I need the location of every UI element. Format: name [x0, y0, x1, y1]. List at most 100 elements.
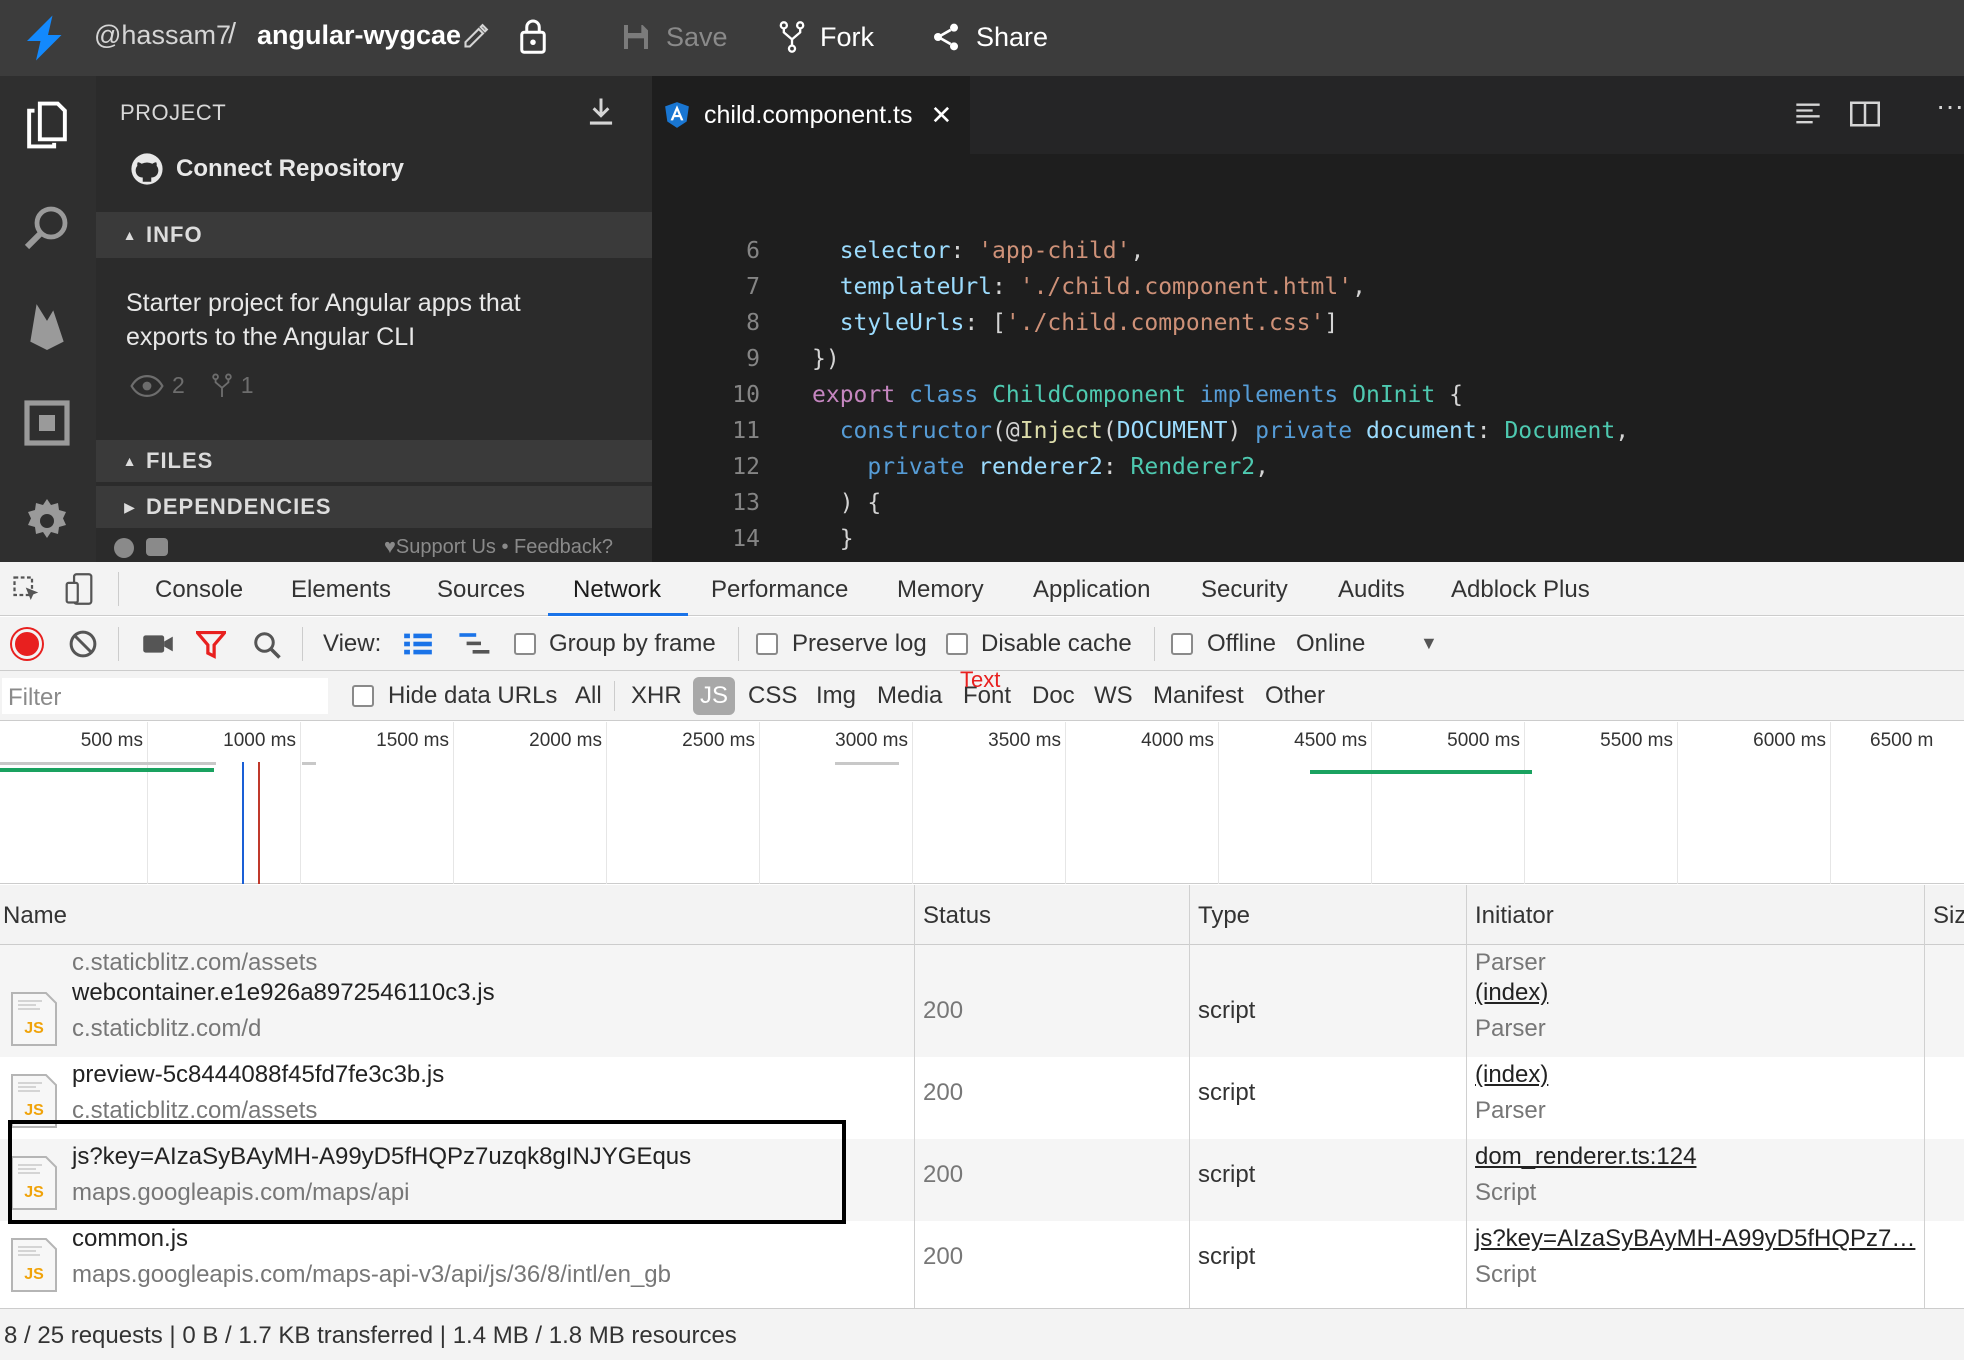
- filter-media[interactable]: Media: [877, 682, 942, 710]
- timeline-tick: 2000 ms: [529, 730, 602, 751]
- filter-img[interactable]: Img: [816, 682, 856, 710]
- column-divider[interactable]: [1924, 885, 1925, 1308]
- tab-network[interactable]: Network: [573, 576, 661, 604]
- filter-xhr[interactable]: XHR: [631, 682, 682, 710]
- files-section-header[interactable]: ▲ FILES: [96, 440, 652, 482]
- inspect-element-icon[interactable]: [12, 575, 42, 605]
- tab-performance[interactable]: Performance: [711, 576, 848, 604]
- tab-memory[interactable]: Memory: [897, 576, 984, 604]
- close-tab-icon[interactable]: ✕: [930, 100, 952, 131]
- chevron-down-icon: ▼: [1420, 633, 1438, 653]
- views-count: 2: [130, 372, 185, 399]
- capture-screenshots-icon[interactable]: [142, 631, 174, 657]
- table-row[interactable]: c.staticblitz.com/assets Parser: [0, 945, 1964, 977]
- request-initiator-link[interactable]: dom_renderer.ts:124: [1475, 1143, 1696, 1171]
- search-icon[interactable]: [252, 630, 282, 660]
- column-divider[interactable]: [1466, 885, 1467, 1308]
- grid-line: [300, 722, 301, 884]
- filter-js[interactable]: JS: [693, 677, 735, 715]
- request-initiator-link[interactable]: js?key=AIzaSyBAyMH-A99yD5fHQPz7…: [1475, 1225, 1915, 1253]
- download-icon[interactable]: [586, 96, 616, 128]
- share-button[interactable]: Share: [930, 16, 1048, 58]
- search-icon[interactable]: [20, 200, 74, 254]
- split-editor-icon[interactable]: [1850, 100, 1880, 128]
- line-number: 11: [732, 418, 760, 444]
- discord-icon[interactable]: [146, 538, 168, 556]
- network-overview-timeline[interactable]: 500 ms 1000 ms 1500 ms 2000 ms 2500 ms 3…: [0, 722, 1964, 884]
- request-initiator-link[interactable]: (index): [1475, 1061, 1548, 1089]
- column-size[interactable]: Siz: [1933, 902, 1964, 930]
- info-header-label: INFO: [146, 222, 203, 247]
- table-row[interactable]: JS common.js maps.googleapis.com/maps-ap…: [0, 1221, 1964, 1303]
- request-name: preview-5c8444088f45fd7fe3c3b.js: [72, 1061, 445, 1088]
- caret-down-icon: ▲: [122, 227, 138, 243]
- filter-css[interactable]: CSS: [748, 682, 797, 710]
- filter-input[interactable]: Filter: [2, 678, 328, 714]
- disable-cache-checkbox[interactable]: [946, 633, 968, 655]
- filter-funnel-icon[interactable]: [196, 631, 226, 659]
- code-line: }: [812, 526, 854, 552]
- large-request-rows-icon[interactable]: [403, 632, 433, 656]
- waterfall-overview-icon[interactable]: [458, 632, 492, 656]
- filter-manifest[interactable]: Manifest: [1153, 682, 1244, 710]
- group-by-frame-checkbox[interactable]: [514, 633, 536, 655]
- settings-gear-icon[interactable]: [20, 494, 74, 548]
- tab-security[interactable]: Security: [1201, 576, 1288, 604]
- grid-line: [1524, 722, 1525, 884]
- fork-label: Fork: [820, 21, 874, 52]
- tab-adblock-plus[interactable]: Adblock Plus: [1451, 576, 1590, 604]
- line-number: 13: [732, 490, 760, 516]
- hide-data-urls-checkbox[interactable]: [352, 685, 374, 707]
- filter-doc[interactable]: Doc: [1032, 682, 1075, 710]
- column-status[interactable]: Status: [923, 902, 991, 930]
- github-footer-icon[interactable]: [114, 538, 134, 558]
- line-number: 6: [746, 238, 760, 264]
- firebase-icon[interactable]: [20, 298, 74, 352]
- files-header-label: FILES: [146, 448, 214, 473]
- tab-child-component[interactable]: child.component.ts ✕: [652, 76, 970, 154]
- tab-application[interactable]: Application: [1033, 576, 1150, 604]
- offline-checkbox[interactable]: [1171, 633, 1193, 655]
- column-divider[interactable]: [1189, 885, 1190, 1308]
- request-initiator-type: Parser: [1475, 949, 1546, 976]
- tab-console[interactable]: Console: [155, 576, 243, 604]
- record-icon[interactable]: [12, 629, 42, 659]
- column-divider[interactable]: [914, 885, 915, 1308]
- filter-bar: Filter Hide data URLs All XHR JS CSS Img…: [0, 667, 1964, 721]
- divider: [738, 627, 739, 661]
- tab-sources[interactable]: Sources: [437, 576, 525, 604]
- request-name: common.js: [72, 1225, 189, 1252]
- column-initiator[interactable]: Initiator: [1475, 902, 1554, 930]
- save-button[interactable]: Save: [620, 16, 728, 58]
- filter-other[interactable]: Other: [1265, 682, 1325, 710]
- project-owner[interactable]: @hassam7: [94, 20, 231, 51]
- fork-small-icon: [212, 373, 232, 397]
- lock-icon[interactable]: [518, 16, 548, 56]
- stackblitz-logo-icon[interactable]: [24, 14, 66, 62]
- dependencies-section-header[interactable]: ▶ DEPENDENCIES: [96, 486, 652, 528]
- extensions-icon[interactable]: [20, 396, 74, 450]
- files-icon[interactable]: [20, 98, 74, 152]
- more-options-icon[interactable]: ···: [1936, 90, 1964, 122]
- table-row[interactable]: JS webcontainer.e1e926a8972546110c3.js c…: [0, 975, 1964, 1057]
- support-feedback-links[interactable]: ♥Support Us • Feedback?: [384, 536, 613, 559]
- format-lines-icon[interactable]: [1794, 100, 1822, 128]
- device-toolbar-icon[interactable]: [64, 573, 94, 605]
- tab-audits[interactable]: Audits: [1338, 576, 1405, 604]
- connect-repository-button[interactable]: Connect Repository: [130, 152, 404, 186]
- preserve-log-checkbox[interactable]: [756, 633, 778, 655]
- filter-all[interactable]: All: [575, 682, 602, 710]
- edit-pencil-icon[interactable]: [462, 22, 490, 50]
- timeline-bar: [0, 768, 214, 772]
- filter-ws[interactable]: WS: [1094, 682, 1133, 710]
- column-type[interactable]: Type: [1198, 902, 1250, 930]
- throttling-select[interactable]: Online ▼: [1296, 625, 1438, 663]
- clear-icon[interactable]: [68, 629, 98, 659]
- fork-button[interactable]: Fork: [778, 16, 874, 58]
- line-number: 7: [746, 274, 760, 300]
- tab-elements[interactable]: Elements: [291, 576, 391, 604]
- project-name[interactable]: angular-wygcae: [257, 20, 461, 51]
- info-section-header[interactable]: ▲ INFO: [96, 212, 652, 258]
- request-initiator-link[interactable]: (index): [1475, 979, 1548, 1007]
- column-name[interactable]: Name: [3, 902, 67, 930]
